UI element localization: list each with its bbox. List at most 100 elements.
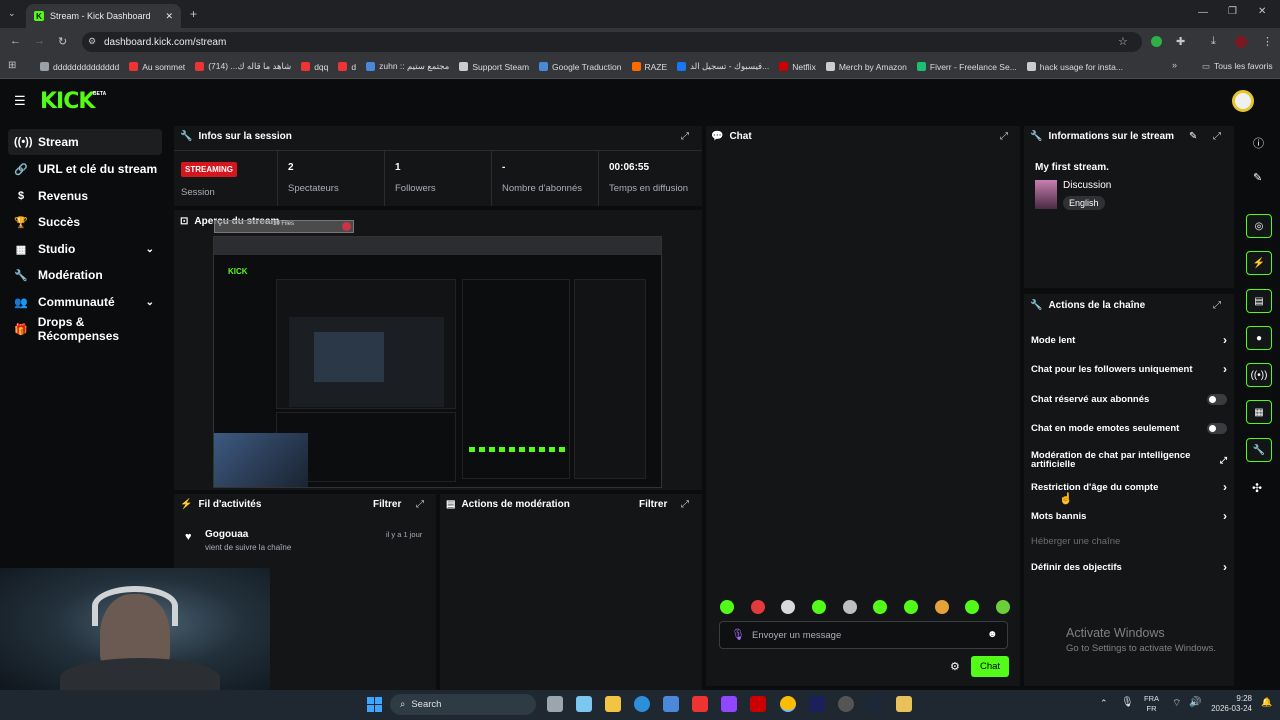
edge-icon[interactable] [634,696,650,712]
language-indicator[interactable]: FRA FR [1144,694,1159,714]
site-info-icon[interactable]: ⚙ [88,36,96,47]
widgets-icon[interactable] [576,696,592,712]
sidebar-item-url-key[interactable]: 🔗 URL et clé du stream [8,156,162,182]
file-explorer-icon[interactable] [605,696,621,712]
bookmark-item[interactable]: فيسبوك - تسجيل الد... [677,61,769,72]
profile-avatar-icon[interactable] [1235,36,1247,48]
emote-icon[interactable] [934,600,949,614]
sidebar-item-stream[interactable]: ((•)) Stream [8,129,162,155]
hamburger-menu-icon[interactable]: ☰ [14,93,26,109]
close-tab-icon[interactable]: ✕ [165,11,173,22]
expand-icon[interactable]: ⤢ [416,499,424,510]
new-tab-icon[interactable]: + [190,7,197,21]
browser-tab[interactable]: K Stream - Kick Dashboard ✕ [26,4,181,28]
edit-pencil-icon[interactable]: ✎ [1253,171,1262,184]
rail-document-icon[interactable]: ▤ [1246,289,1272,313]
bookmark-item[interactable]: Au sommet [129,61,185,72]
moderation-filter-button[interactable]: Filtrer [639,499,667,510]
action-set-goals[interactable]: Définir des objectifs › [1031,558,1227,576]
rail-bolt-icon[interactable]: ⚡ [1246,251,1272,275]
emote-icon[interactable] [995,600,1010,614]
emote-icon[interactable] [842,600,857,614]
microphone-tray-icon[interactable]: 🎙 [1121,697,1134,708]
chat-send-button[interactable]: Chat [971,656,1009,677]
rail-chat-icon[interactable]: ● [1246,326,1272,350]
rail-video-icon[interactable]: ◎ [1246,214,1272,238]
steam-icon[interactable] [867,696,883,712]
subscribers-only-toggle[interactable] [1207,393,1227,405]
bookmark-item[interactable]: Fiverr - Freelance Se... [916,61,1017,72]
browser-menu-icon[interactable]: ⋮ [1262,35,1273,48]
store-icon[interactable] [663,696,679,712]
action-slow-mode[interactable]: Mode lent › [1031,331,1227,349]
rail-community-icon[interactable]: ✣ [1252,481,1262,495]
sidebar-item-revenus[interactable]: $ Revenus [8,183,162,209]
back-icon[interactable]: ← [10,35,21,47]
info-icon[interactable]: ⓘ [1253,135,1264,151]
extensions-puzzle-icon[interactable]: ✚ [1176,35,1185,48]
kick-logo[interactable]: KICK [40,89,95,114]
sidebar-item-moderation[interactable]: 🔧 Modération [8,262,162,288]
user-avatar[interactable] [1232,90,1254,112]
edit-pencil-icon[interactable]: ✎ [1189,131,1197,142]
sidebar-item-drops[interactable]: 🎁 Drops & Récompenses [8,315,162,343]
emotes-only-toggle[interactable] [1207,422,1227,434]
notifications-icon[interactable]: 🔔 [1261,697,1272,708]
stream-preview-video[interactable]: KICK [213,236,662,488]
chat-input-placeholder[interactable]: Envoyer un message [752,630,841,641]
forward-icon[interactable]: → [34,35,45,47]
sidebar-item-studio[interactable]: ▦ Studio ⌄ [8,236,162,262]
bookmark-item[interactable]: Merch by Amazon [825,61,907,72]
bookmark-item[interactable]: Google Traduction [539,61,622,72]
expand-icon[interactable]: ⤢ [1000,131,1008,142]
netflix-icon[interactable] [750,696,766,712]
emote-icon[interactable] [811,600,826,614]
chat-settings-gear-icon[interactable]: ⚙ [950,660,960,673]
emote-icon[interactable] [903,600,918,614]
wifi-icon[interactable]: ⌔ [1172,697,1181,710]
mic-icon[interactable]: 🎙 [731,628,745,641]
chrome-icon[interactable] [780,696,796,712]
sidebar-item-succes[interactable]: 🏆 Succès [8,209,162,235]
close-window-icon[interactable]: ✕ [1258,6,1266,17]
action-banned-words[interactable]: Mots bannis › [1031,507,1227,525]
emote-icon[interactable] [750,600,765,614]
expand-icon[interactable]: ⤢ [681,499,689,510]
maximize-icon[interactable]: ❐ [1228,6,1237,17]
windows-start-icon[interactable] [367,697,382,712]
app-icon[interactable] [896,696,912,712]
extension-icon[interactable] [1151,36,1162,47]
clock[interactable]: 9:28 2026-03-24 [1210,694,1252,714]
minimize-icon[interactable]: — [1198,7,1208,18]
reload-icon[interactable]: ↻ [58,35,67,48]
obs-icon[interactable] [838,696,854,712]
volume-icon[interactable]: 🔊 [1189,697,1201,708]
bookmark-item[interactable]: Support Steam [459,61,529,72]
bookmark-star-icon[interactable]: ☆ [1118,35,1128,48]
activity-filter-button[interactable]: Filtrer [373,499,401,510]
expand-icon[interactable]: ⤢ [681,131,689,142]
action-ai-moderation[interactable]: Modération de chat par intelligence arti… [1031,449,1227,471]
emoji-icon[interactable]: ☻ [987,629,998,640]
all-bookmarks-folder[interactable]: ▭ Tous les favoris [1202,61,1273,72]
emote-icon[interactable] [781,600,796,614]
rail-moderation-icon[interactable]: ▦ [1246,400,1272,424]
rail-wrench-icon[interactable]: 🔧 [1246,438,1272,462]
rail-broadcast-icon[interactable]: ((•)) [1246,363,1272,387]
action-followers-only[interactable]: Chat pour les followers uniquement › [1031,360,1227,378]
bookmark-item[interactable]: Netflix [779,61,816,72]
task-view-icon[interactable] [547,696,563,712]
sidebar-item-communaute[interactable]: 👥 Communauté ⌄ [8,289,162,315]
bookmark-item[interactable]: zuhn :: مجتمع ستيم [366,61,449,72]
bookmark-item[interactable]: d [338,61,356,72]
more-bookmarks-icon[interactable]: » [1172,60,1177,70]
taskbar-search[interactable]: ⌕ Search [390,694,536,715]
tray-chevron-icon[interactable]: ⌃ [1100,698,1108,709]
apps-grid-icon[interactable]: ⊞ [8,60,16,71]
bookmark-item[interactable]: RAZE [631,61,667,72]
tab-list-icon[interactable]: ⌄ [8,8,16,19]
download-icon[interactable]: ⤓ [1211,35,1216,48]
bookmark-item[interactable]: hack usage for insta... [1026,61,1123,72]
premiere-icon[interactable] [809,696,825,712]
bookmark-item[interactable]: dqq [301,61,328,72]
